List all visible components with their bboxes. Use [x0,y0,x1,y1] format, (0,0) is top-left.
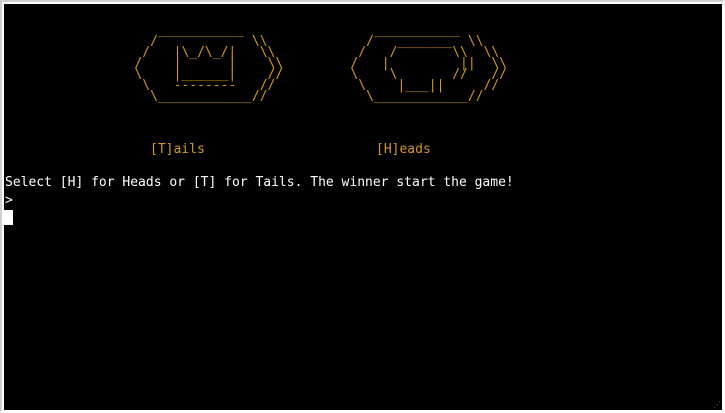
selection-prompt: Select [H] for Heads or [T] for Tails. T… [5,175,514,190]
heads-label: [H]eads [376,142,431,157]
heads-coin-art: ___________ / _______ \\ / / \\ \\ / | |… [350,23,508,104]
terminal-window: ___________ / \\ / |\_/\_/| \\ / | | \\ … [0,0,725,413]
tails-label: [T]ails [150,142,205,157]
resize-grip-icon[interactable]: ⋰ [713,401,721,409]
text-cursor[interactable] [4,210,13,225]
terminal-screen[interactable]: ___________ / \\ / |\_/\_/| \\ / | | \\ … [4,4,722,410]
tails-coin-art: ___________ / \\ / |\_/\_/| \\ / | | \\ … [134,23,284,104]
input-prompt-symbol: > [5,193,13,208]
